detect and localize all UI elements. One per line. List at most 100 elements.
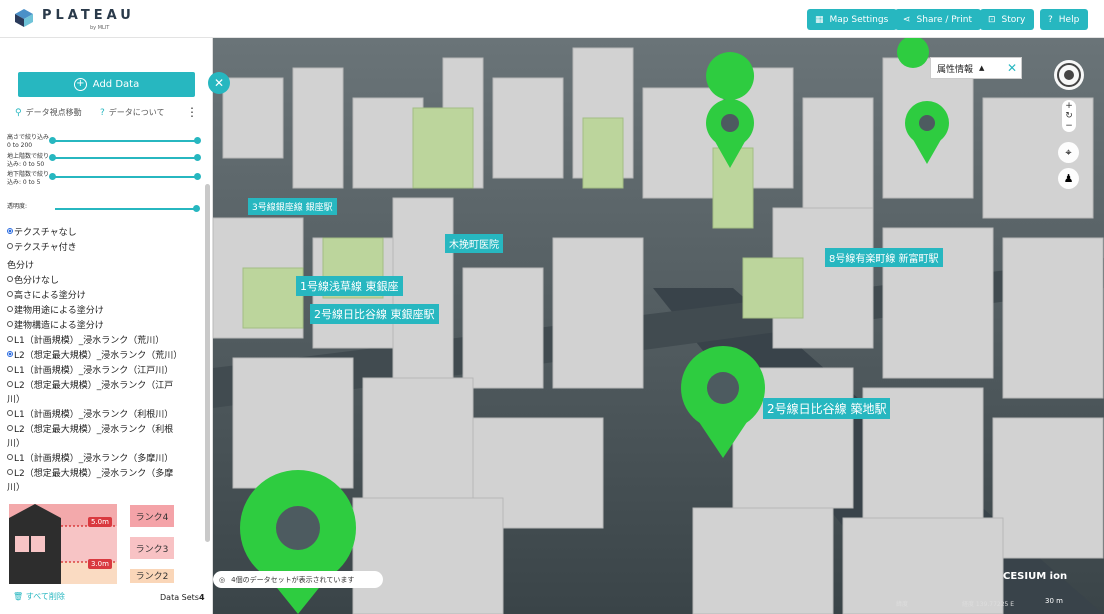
compass-icon xyxy=(1057,63,1081,87)
compass-control[interactable] xyxy=(1054,60,1084,90)
texture-on-label: テクスチャ付き xyxy=(14,243,77,253)
height-filter-label: 高さで絞り込み 0 to 200 xyxy=(7,134,67,150)
color-option[interactable]: L2（想定最大規模）_浸水ランク（江戸 xyxy=(7,378,173,391)
share-icon: ⋖ xyxy=(903,14,911,25)
floors-above-min-handle[interactable] xyxy=(49,154,56,161)
map-settings-button[interactable]: ▦ Map Settings xyxy=(807,9,898,30)
texture-none-option[interactable]: テクスチャなし xyxy=(7,225,77,238)
top-bar: PLATEAU by MLIT ▦ Map Settings ⋖ Share /… xyxy=(0,0,1104,38)
color-option-label: L2（想定最大規模）_浸水ランク（利根 xyxy=(14,425,174,435)
floors-below-min-handle[interactable] xyxy=(49,173,56,180)
opacity-handle[interactable] xyxy=(193,205,200,212)
add-data-label: Add Data xyxy=(92,79,140,90)
longitude-readout: 経度 139.77225 E xyxy=(962,601,1015,608)
plateau-logo[interactable]: PLATEAU by MLIT xyxy=(14,6,131,32)
map-icon: ▦ xyxy=(815,14,824,25)
floors-above-track[interactable] xyxy=(52,157,198,159)
height-filter-line2: 0 to 200 xyxy=(7,142,33,149)
floors-below-max-handle[interactable] xyxy=(194,173,201,180)
color-option-label: 色分けなし xyxy=(14,276,60,286)
map-label-ginza[interactable]: 3号線銀座線 銀座駅 xyxy=(248,198,337,215)
cesium-ion-logo[interactable]: CESIUM ion xyxy=(1003,571,1067,582)
height-filter-track[interactable] xyxy=(52,140,198,142)
floors-below-track[interactable] xyxy=(52,176,198,178)
move-to-data-label: データ視点移動 xyxy=(25,108,82,117)
share-print-button[interactable]: ⋖ Share / Print xyxy=(895,9,981,30)
delete-all-label: すべて削除 xyxy=(25,592,65,601)
radio-icon xyxy=(7,243,13,249)
more-options-icon[interactable]: ⋮ xyxy=(186,105,198,119)
color-option-label: 建物構造による塗分け xyxy=(14,321,104,331)
color-option[interactable]: L1（計画規模）_浸水ランク（利根川） xyxy=(7,407,173,420)
color-option[interactable]: L1（計画規模）_浸水ランク（荒川） xyxy=(7,333,164,346)
close-sidebar-icon[interactable]: ✕ xyxy=(208,72,230,94)
depth-label-5m: 5.0m xyxy=(88,517,112,527)
cube-logo-icon xyxy=(15,9,33,27)
radio-icon xyxy=(7,425,13,431)
my-location-icon[interactable]: ⌖ xyxy=(1058,142,1079,163)
about-data-link[interactable]: ? データについて xyxy=(100,107,165,118)
map-label-higashiginza-asakusa[interactable]: 1号線浅草線 東銀座 xyxy=(296,276,403,296)
color-option-label: L1（計画規模）_浸水ランク（江戸川） xyxy=(14,366,174,376)
sidebar-scrollbar[interactable] xyxy=(205,184,210,542)
height-filter-min-handle[interactable] xyxy=(49,137,56,144)
color-option-label: L2（想定最大規模）_浸水ランク（江戸 xyxy=(14,381,174,391)
color-option[interactable]: 建物構造による塗分け xyxy=(7,318,104,331)
radio-icon xyxy=(7,454,13,460)
move-to-data-link[interactable]: ⚲ データ視点移動 xyxy=(15,107,82,118)
logo-subtext: by MLIT xyxy=(90,25,110,31)
color-option[interactable]: L1（計画規模）_浸水ランク（江戸川） xyxy=(7,363,173,376)
color-option[interactable]: 高さによる塗分け xyxy=(7,288,86,301)
color-option-label: 建物用途による塗分け xyxy=(14,306,104,316)
texture-none-label: テクスチャなし xyxy=(14,228,77,238)
radio-icon xyxy=(7,469,13,475)
help-button[interactable]: ? Help xyxy=(1040,9,1089,30)
color-option[interactable]: L1（計画規模）_浸水ランク（多摩川） xyxy=(7,451,173,464)
delete-all-button[interactable]: 🗑 すべて削除 xyxy=(13,591,65,602)
color-option-cont: 川） xyxy=(7,483,26,493)
color-option[interactable]: L2（想定最大規模）_浸水ランク（荒川） xyxy=(7,348,182,361)
help-label: Help xyxy=(1058,14,1080,25)
radio-icon xyxy=(7,410,13,416)
logo-text: PLATEAU xyxy=(42,8,135,23)
attribute-info-panel[interactable]: 属性情報 ▲ ✕ xyxy=(930,57,1022,79)
radio-selected-icon xyxy=(7,351,13,357)
zoom-in-icon[interactable]: + xyxy=(1062,101,1076,111)
radio-icon xyxy=(7,291,13,297)
height-filter-max-handle[interactable] xyxy=(194,137,201,144)
zoom-control[interactable]: + ↻ − xyxy=(1062,100,1076,132)
map-settings-label: Map Settings xyxy=(829,14,889,25)
pedestrian-icon[interactable]: ♟ xyxy=(1058,168,1079,189)
color-option[interactable]: L2（想定最大規模）_浸水ランク（利根 xyxy=(7,422,173,435)
map-label-clinic[interactable]: 木挽町医院 xyxy=(445,234,503,253)
rank2-box: ランク2 xyxy=(130,569,174,583)
texture-on-option[interactable]: テクスチャ付き xyxy=(7,240,77,253)
color-option-cont: 川） xyxy=(7,439,26,449)
color-option-label: L1（計画規模）_浸水ランク（多摩川） xyxy=(14,454,174,464)
map-label-shintomicho[interactable]: 8号線有楽町線 新富町駅 xyxy=(825,248,943,267)
map-label-tsukiji[interactable]: 2号線日比谷線 築地駅 xyxy=(763,398,891,419)
datasets-label: Data Sets xyxy=(160,593,199,602)
floors-above-max-handle[interactable] xyxy=(194,154,201,161)
story-button[interactable]: ⊡ Story xyxy=(980,9,1035,30)
close-icon[interactable]: ✕ xyxy=(1007,61,1017,75)
radio-icon xyxy=(7,306,13,312)
city-buildings-scene xyxy=(213,38,1104,614)
color-option[interactable]: 色分けなし xyxy=(7,273,59,286)
status-pill: ◎ 4個のデータセットが表示されています xyxy=(213,571,383,588)
latitude-readout: 緯度 xyxy=(896,601,909,608)
color-option[interactable]: L2（想定最大規模）_浸水ランク（多摩 xyxy=(7,466,173,479)
add-data-button[interactable]: + Add Data xyxy=(18,72,195,97)
radio-icon xyxy=(7,381,13,387)
flood-depth-legend-image xyxy=(9,504,117,584)
color-option-label: 高さによる塗分け xyxy=(14,291,86,301)
refresh-icon[interactable]: ↻ xyxy=(1062,111,1076,121)
scale-bar: 30 m xyxy=(1045,597,1063,605)
map-label-higashiginza-hibiya[interactable]: 2号線日比谷線 東銀座駅 xyxy=(310,304,439,324)
zoom-out-icon[interactable]: − xyxy=(1062,121,1076,131)
opacity-track[interactable] xyxy=(55,208,197,210)
color-option-label: L2（想定最大規模）_浸水ランク（多摩 xyxy=(14,469,174,479)
color-option[interactable]: 建物用途による塗分け xyxy=(7,303,104,316)
map-3d-viewer[interactable]: 2号線日比谷線 築地駅 8号線有楽町線 新富町駅 2号線日比谷線 東銀座駅 1号… xyxy=(213,38,1104,614)
flood-house-illustration xyxy=(9,504,117,584)
